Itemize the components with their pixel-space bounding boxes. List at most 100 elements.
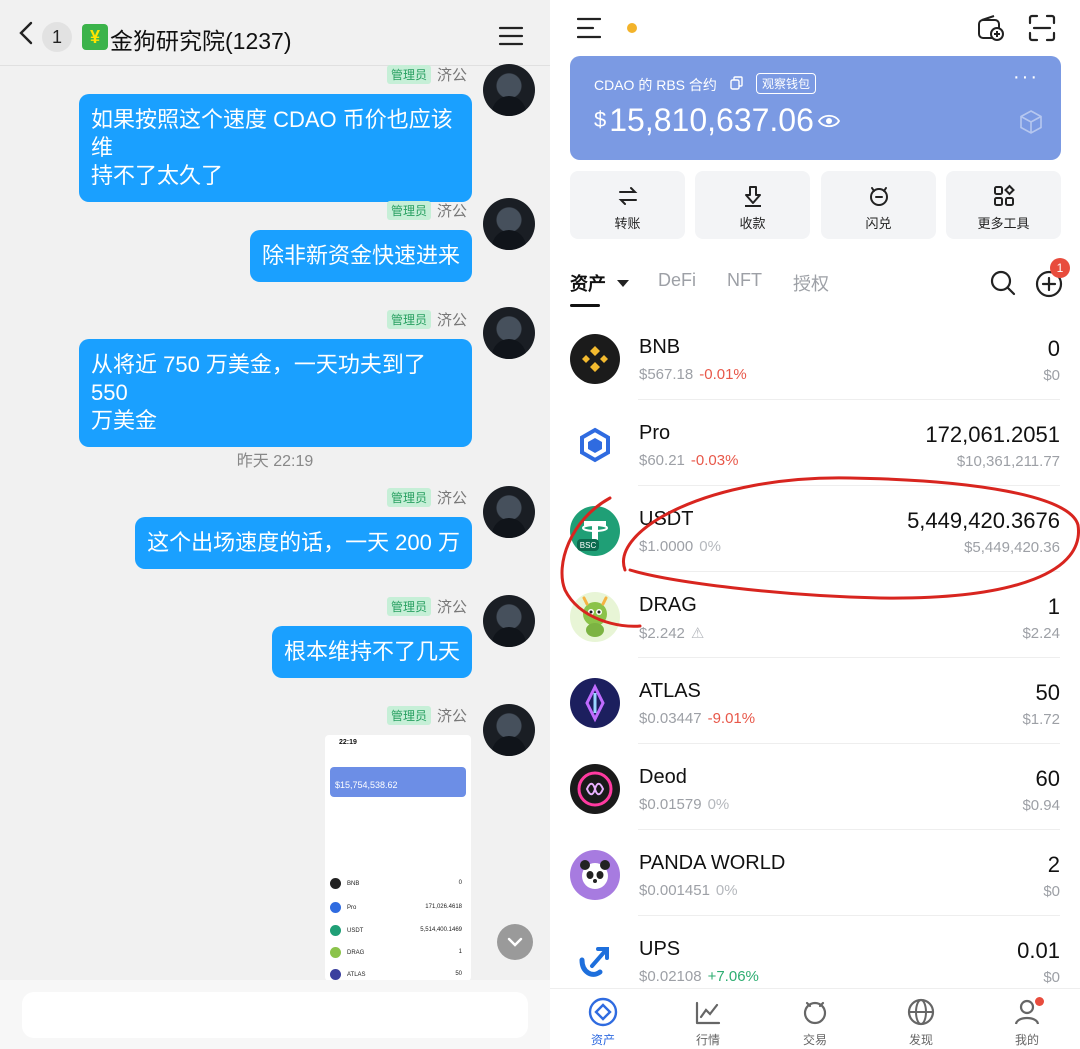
asset-amount: 2 [1047,852,1060,877]
admin-badge: 管理员 [386,597,431,616]
back-arrow-icon[interactable] [14,20,40,46]
compose-bar [0,980,550,1049]
transfer-button[interactable]: 转账 [570,171,685,239]
message-line: 如果按照这个速度 CDAO 币价也应该维 [91,107,453,160]
atlas-coin-icon [570,678,620,728]
tools-icon [993,184,1015,206]
asset-price: $0.001451 0% [639,882,738,899]
nav-assets[interactable]: 资产 [563,997,643,1048]
message-bubble[interactable]: 根本维持不了几天 [271,626,472,678]
add-wallet-icon[interactable] [977,14,1005,42]
scroll-down-button[interactable] [497,924,533,960]
wallet-name: CDAO 的 RBS 合约 [594,77,717,93]
message-line: 根本维持不了几天 [283,639,460,664]
asset-change: 0% [707,796,730,813]
nav-discover[interactable]: 发现 [881,997,961,1048]
receive-button[interactable]: 收款 [695,171,810,239]
discover-icon [907,998,935,1026]
asset-value: $10,361,211.77 [956,453,1060,470]
asset-price: $1.0000 0% [639,538,721,555]
nav-trade[interactable]: 交易 [775,997,855,1048]
trade-icon [803,1001,827,1025]
asset-row-usdt[interactable]: BSC USDT $1.0000 0% 5,449,420.3676 $5,449… [550,486,1080,572]
usdt-coin-icon: BSC [570,506,620,556]
notification-dot [627,23,637,33]
wallet-balance: $15,810,637.06 [594,102,814,139]
message-line: 万美金 [91,408,158,433]
swap-button[interactable]: 闪兑 [821,171,936,239]
sender-name: 济公 [436,599,467,616]
avatar[interactable] [483,486,535,538]
message-bubble[interactable]: 这个出场速度的话，一天 200 万 [135,517,472,569]
screenshot-row: Pro 171,026.4618 [330,902,466,916]
asset-amount: 1 [1047,594,1060,619]
caret-down-icon[interactable] [617,280,629,287]
asset-row-atlas[interactable]: ATLAS $0.03447 -9.01% 50 $1.72 [550,658,1080,744]
message-bubble[interactable]: 除非新资金快速进来 [249,230,472,282]
asset-value: $1.72 [1022,711,1060,728]
panda-coin-icon [570,850,620,900]
wallet-topbar [550,0,1080,55]
tab-approvals[interactable]: 授权 [793,270,829,296]
nav-label: 资产 [590,1033,615,1047]
asset-price: $0.01579 0% [639,796,730,813]
sender-name: 济公 [436,203,467,220]
asset-change: -0.03% [690,452,739,469]
sender-name: 济公 [436,312,467,329]
asset-row-deod[interactable]: Deod $0.01579 0% 60 $0.94 [550,744,1080,830]
avatar[interactable] [483,704,535,756]
scan-icon[interactable] [1028,14,1056,42]
eye-icon[interactable] [818,114,840,128]
assets-icon [588,997,618,1027]
asset-value: $2.24 [1022,625,1060,642]
message-line: 持不了太久了 [91,163,224,188]
avatar[interactable] [483,198,535,250]
menu-icon[interactable] [577,17,601,39]
message-line: 这个出场速度的话，一天 200 万 [147,530,460,555]
screenshot-image-message[interactable]: 22:19 $15,754,538.62 BNB 0 Pro 171,026.461… [325,735,471,981]
nav-market[interactable]: 行情 [668,997,748,1048]
chat-header: 1 ¥ 金狗研究院(1237) [0,0,550,66]
bottom-nav: 资产 行情 交易 发现 我的 [550,988,1080,1049]
message-input[interactable] [22,992,528,1038]
wallet-card[interactable]: CDAO 的 RBS 合约 观察钱包 ··· $15,810,637.06 [570,56,1061,160]
unread-count-badge[interactable]: 1 [42,22,72,52]
receive-icon [744,186,761,207]
asset-row-bnb[interactable]: BNB $567.18 -0.01% 0 $0 [550,314,1080,400]
avatar[interactable] [483,64,535,116]
screenshot-row: DRAG 1 [330,947,466,961]
tab-defi[interactable]: DeFi [658,270,696,291]
asset-change: -9.01% [707,710,756,727]
tab-assets[interactable]: 资产 [570,270,606,296]
more-tools-button[interactable]: 更多工具 [946,171,1061,239]
avatar[interactable] [483,595,535,647]
message-meta: 管理员 济公 [386,596,467,617]
search-icon[interactable] [990,270,1016,296]
asset-amount: 50 [1035,680,1060,705]
nav-profile[interactable]: 我的 [987,997,1067,1048]
menu-icon[interactable] [498,26,524,46]
asset-price: $0.03447 -9.01% [639,710,756,727]
chevron-down-icon [507,937,523,947]
watch-wallet-badge: 观察钱包 [756,73,817,94]
tab-nft[interactable]: NFT [727,270,762,291]
message-meta: 管理员 济公 [386,487,467,508]
screenshot-row: USDT 5,514,400.1469 [330,925,466,939]
asset-amount: 60 [1035,766,1060,791]
chat-panel: 1 ¥ 金狗研究院(1237) 管理员 济公 如果按照这个速度 CDAO 币价也应… [0,0,550,1049]
message-meta: 管理员 济公 [386,64,467,85]
asset-symbol: Pro [639,422,671,444]
asset-value: $0 [1043,883,1060,900]
asset-row-panda-world[interactable]: PANDA WORLD $0.001451 0% 2 $0 [550,830,1080,916]
message-bubble[interactable]: 如果按照这个速度 CDAO 币价也应该维 持不了太久了 [79,94,472,202]
copy-icon[interactable] [730,76,743,90]
asset-row-drag[interactable]: DRAG $2.242 ⚠ 1 $2.24 [550,572,1080,658]
bnb-coin-icon [570,334,620,384]
avatar[interactable] [483,307,535,359]
group-logo-icon: ¥ [82,24,108,50]
message-bubble[interactable]: 从将近 750 万美金，一天功夫到了 550 万美金 [79,339,472,447]
more-options-button[interactable]: ··· [1013,66,1039,89]
asset-value: $0 [1043,969,1060,986]
asset-row-pro[interactable]: Pro $60.21 -0.03% 172,061.2051 $10,361,21… [550,400,1080,486]
screenshot-balance: $15,754,538.62 [335,780,398,790]
